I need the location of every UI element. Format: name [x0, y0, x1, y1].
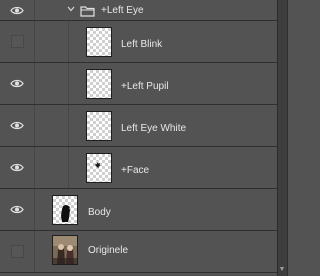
- indent-guide: [68, 105, 69, 146]
- indent-guide: [68, 21, 69, 62]
- eye-icon[interactable]: [10, 205, 24, 214]
- indent-guide: [34, 21, 35, 62]
- silhouette-icon: [61, 205, 70, 222]
- layer-row[interactable]: Originele: [0, 231, 278, 273]
- layer-name: +Left Pupil: [121, 81, 169, 92]
- indent-guide: [34, 189, 35, 230]
- layer-name: Body: [88, 207, 111, 218]
- folder-icon: [80, 4, 95, 22]
- layer-visibility-toggle[interactable]: [0, 21, 34, 62]
- eye-icon[interactable]: [10, 121, 24, 130]
- eye-icon[interactable]: [10, 79, 24, 88]
- photo-icon: [53, 236, 77, 264]
- layer-thumbnail: [52, 235, 78, 265]
- indent-guide: [34, 105, 35, 146]
- group-name: +Left Eye: [101, 5, 144, 16]
- row-divider: [34, 0, 35, 20]
- layer-visibility-toggle[interactable]: [0, 147, 34, 188]
- chevron-down-icon[interactable]: [66, 4, 76, 14]
- layer-thumbnail: [86, 111, 112, 141]
- group-visibility-toggle[interactable]: [0, 0, 34, 20]
- layer-thumbnail: [86, 153, 112, 183]
- scroll-down-icon[interactable]: ▼: [278, 266, 286, 274]
- eye-icon[interactable]: [10, 6, 24, 15]
- hidden-visibility-box[interactable]: [10, 245, 24, 258]
- layers-panel: +Left Eye Left Blink +Left Pupil Left Ey…: [0, 0, 288, 276]
- layer-row[interactable]: Body: [0, 189, 278, 231]
- layer-name: +Face: [121, 165, 150, 176]
- layer-name: Originele: [88, 245, 129, 256]
- layer-thumbnail: [52, 195, 78, 225]
- layer-thumbnail: [86, 69, 112, 99]
- layer-thumbnail: [86, 27, 112, 57]
- face-mark-icon: [94, 162, 101, 169]
- indent-guide: [34, 231, 35, 272]
- vertical-scrollbar[interactable]: ▼: [277, 0, 287, 276]
- hidden-visibility-box[interactable]: [10, 35, 24, 48]
- layer-group-row[interactable]: +Left Eye: [0, 0, 278, 21]
- layer-row[interactable]: Left Blink: [0, 21, 278, 63]
- layer-name: Left Blink: [121, 39, 163, 50]
- layer-visibility-toggle[interactable]: [0, 189, 34, 230]
- eye-icon[interactable]: [10, 163, 24, 172]
- layer-row[interactable]: +Face: [0, 147, 278, 189]
- indent-guide: [34, 147, 35, 188]
- layer-name: Left Eye White: [121, 123, 187, 134]
- layer-row[interactable]: +Left Pupil: [0, 63, 278, 105]
- indent-guide: [68, 63, 69, 104]
- layer-visibility-toggle[interactable]: [0, 105, 34, 146]
- indent-guide: [34, 63, 35, 104]
- layer-visibility-toggle[interactable]: [0, 231, 34, 272]
- indent-guide: [68, 147, 69, 188]
- layer-visibility-toggle[interactable]: [0, 63, 34, 104]
- layer-row[interactable]: Left Eye White: [0, 105, 278, 147]
